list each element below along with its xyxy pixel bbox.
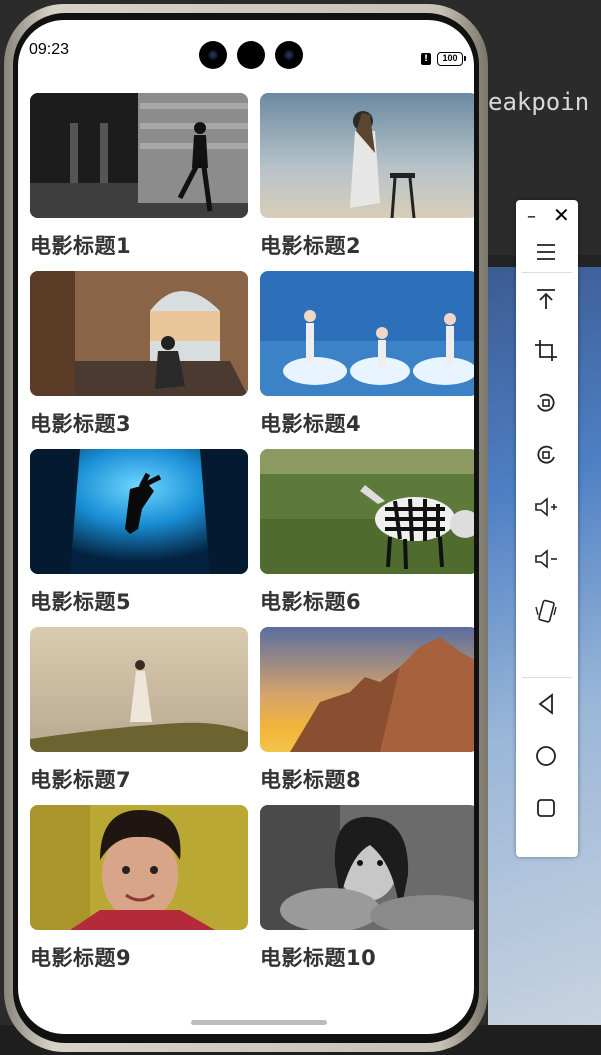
movie-card[interactable]: 电影标题7: [30, 627, 248, 794]
crop-icon[interactable]: [532, 337, 560, 365]
camera-lens-icon: [199, 41, 227, 69]
movie-title[interactable]: 电影标题6: [260, 586, 474, 616]
home-indicator[interactable]: [191, 1020, 327, 1025]
volume-up-icon[interactable]: [532, 493, 560, 521]
movie-card[interactable]: 电影标题2: [260, 93, 474, 260]
status-bar: 09:23 ! 100: [18, 20, 474, 80]
movie-poster[interactable]: [260, 805, 474, 930]
movie-card[interactable]: 电影标题5: [30, 449, 248, 616]
movie-title[interactable]: 电影标题2: [260, 230, 474, 260]
camera-lens-icon: [275, 41, 303, 69]
movie-poster[interactable]: [30, 449, 248, 574]
movie-card[interactable]: 电影标题8: [260, 627, 474, 794]
movie-title[interactable]: 电影标题5: [30, 586, 248, 616]
phone-screen: 09:23 ! 100 电影标题1 电影标题2 电影标题3 电影标题4 电影标题…: [18, 20, 474, 1034]
toolbar-divider: [522, 272, 572, 273]
status-time: 09:23: [29, 41, 70, 58]
back-icon[interactable]: [532, 690, 560, 718]
movie-poster[interactable]: [260, 627, 474, 752]
movie-poster[interactable]: [260, 449, 474, 574]
movie-card[interactable]: 电影标题10: [260, 805, 474, 972]
movie-poster[interactable]: [30, 805, 248, 930]
movie-card[interactable]: 电影标题1: [30, 93, 248, 260]
rotate-right-icon[interactable]: [532, 441, 560, 469]
sensor-icon: [237, 41, 265, 69]
movie-title[interactable]: 电影标题7: [30, 764, 248, 794]
movie-poster[interactable]: [30, 271, 248, 396]
phone-frame: 09:23 ! 100 电影标题1 电影标题2 电影标题3 电影标题4 电影标题…: [4, 4, 488, 1052]
home-icon[interactable]: [532, 742, 560, 770]
movie-poster[interactable]: [30, 627, 248, 752]
movie-title[interactable]: 电影标题10: [260, 942, 474, 972]
movie-poster[interactable]: [260, 271, 474, 396]
movie-title[interactable]: 电影标题3: [30, 408, 248, 438]
movie-card[interactable]: 电影标题4: [260, 271, 474, 438]
battery-icon: 100: [437, 52, 466, 66]
shake-icon[interactable]: [532, 597, 560, 625]
rotate-left-icon[interactable]: [532, 389, 560, 417]
close-icon[interactable]: ✕: [553, 203, 570, 227]
toolbar-divider: [522, 677, 572, 678]
movie-title[interactable]: 电影标题4: [260, 408, 474, 438]
phone-bezel: 09:23 ! 100 电影标题1 电影标题2 电影标题3 电影标题4 电影标题…: [13, 13, 479, 1043]
volume-down-icon[interactable]: [532, 545, 560, 573]
pin-top-icon[interactable]: [532, 285, 560, 313]
emulator-toolbar: – ✕: [516, 200, 578, 857]
movie-poster[interactable]: [260, 93, 474, 218]
movie-card[interactable]: 电影标题6: [260, 449, 474, 616]
movie-title[interactable]: 电影标题8: [260, 764, 474, 794]
menu-icon[interactable]: [532, 238, 560, 266]
movie-poster[interactable]: [30, 93, 248, 218]
ide-code-text: eakpoin: [488, 88, 590, 116]
movie-title[interactable]: 电影标题9: [30, 942, 248, 972]
minimize-icon[interactable]: –: [527, 206, 536, 227]
recents-icon[interactable]: [532, 794, 560, 822]
movie-title[interactable]: 电影标题1: [30, 230, 248, 260]
movie-card[interactable]: 电影标题9: [30, 805, 248, 972]
movie-card[interactable]: 电影标题3: [30, 271, 248, 438]
alert-icon: !: [421, 53, 431, 65]
